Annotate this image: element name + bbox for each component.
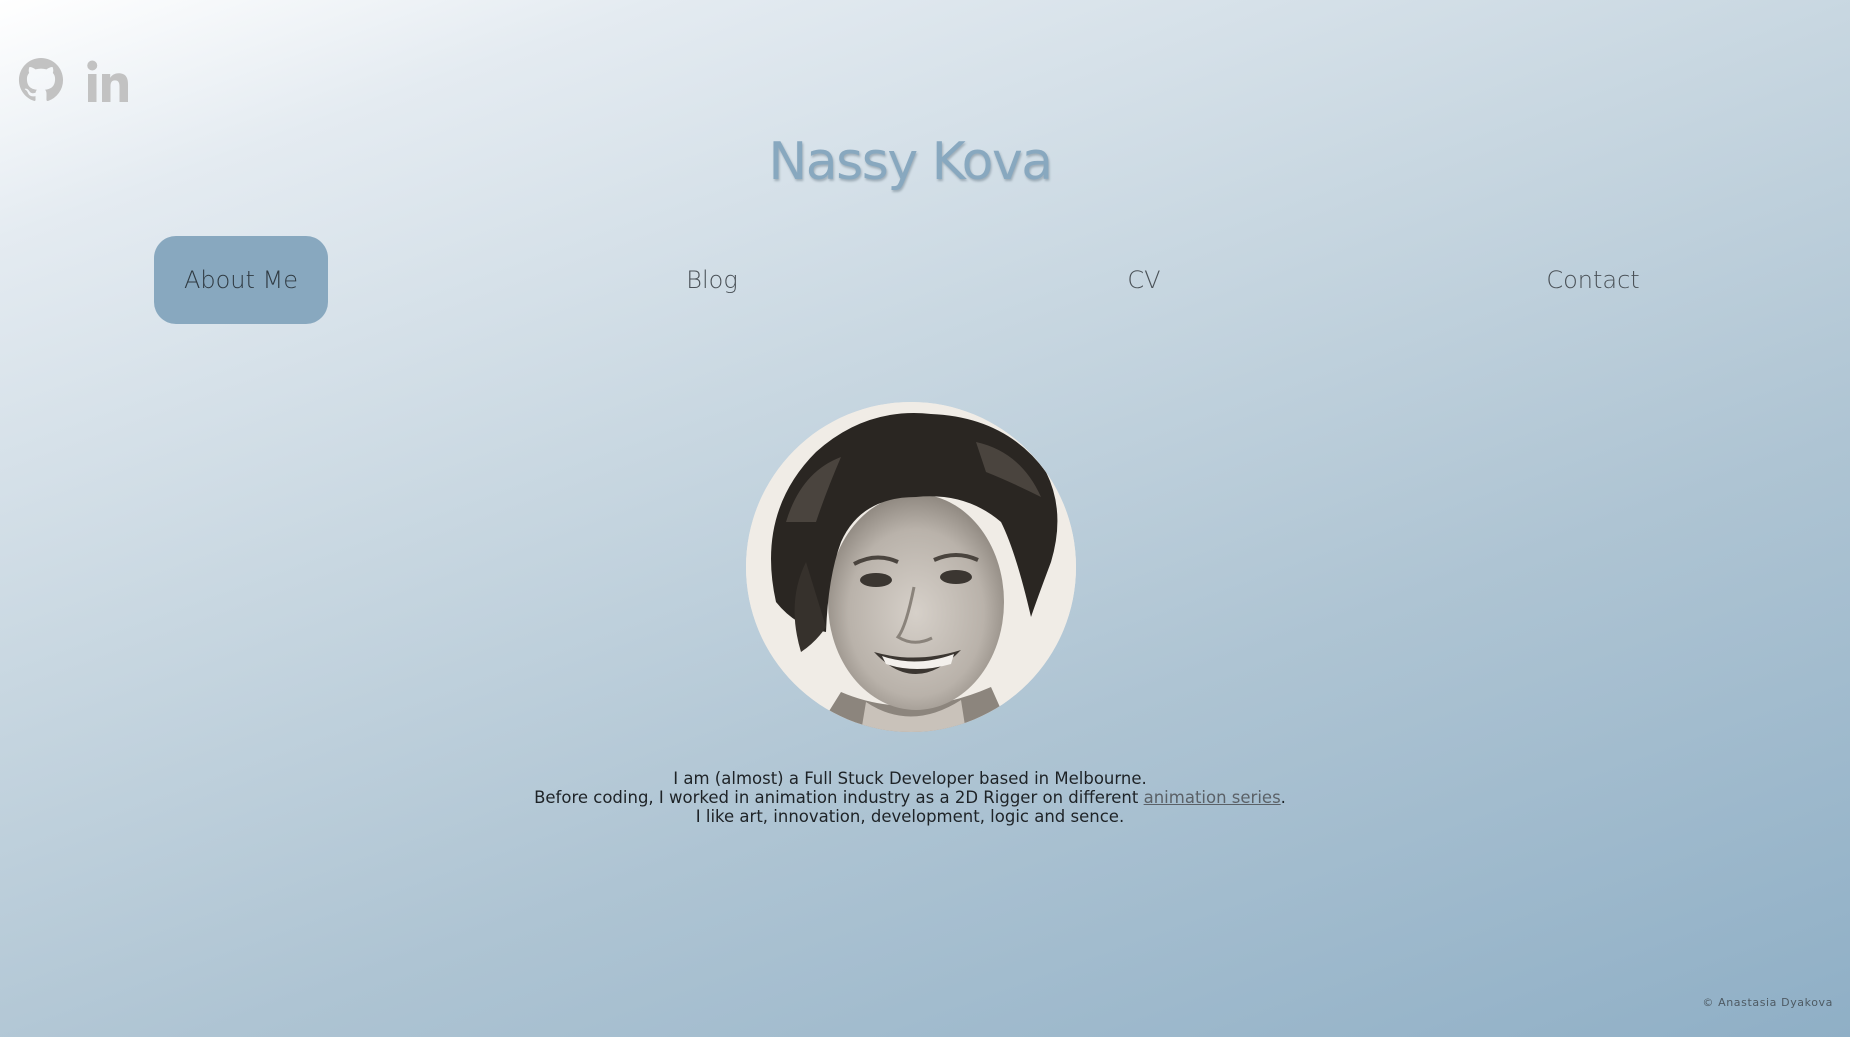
bio-line-3: I like art, innovation, development, log…	[695, 807, 1125, 826]
animation-series-link[interactable]: animation series	[1144, 788, 1281, 807]
tab-contact[interactable]: Contact	[1528, 236, 1658, 324]
linkedin-icon[interactable]	[84, 57, 134, 107]
profile-photo	[746, 402, 1076, 732]
page-title: Nassy Kova	[768, 132, 1053, 192]
tab-cv[interactable]: CV	[1094, 236, 1194, 324]
main-nav: About Me Blog CV Contact	[0, 236, 1850, 324]
tab-blog[interactable]: Blog	[652, 236, 772, 324]
footer-copyright: © Anastasia Dyakova	[1702, 996, 1833, 1009]
tab-about-me[interactable]: About Me	[154, 236, 328, 324]
github-icon[interactable]	[18, 57, 64, 103]
bio-line-2: Before coding, I worked in animation ind…	[534, 788, 1286, 807]
bio-line-1: I am (almost) a Full Stuck Developer bas…	[673, 769, 1147, 788]
social-links	[18, 57, 134, 107]
bio-text: I am (almost) a Full Stuck Developer bas…	[0, 769, 1820, 826]
